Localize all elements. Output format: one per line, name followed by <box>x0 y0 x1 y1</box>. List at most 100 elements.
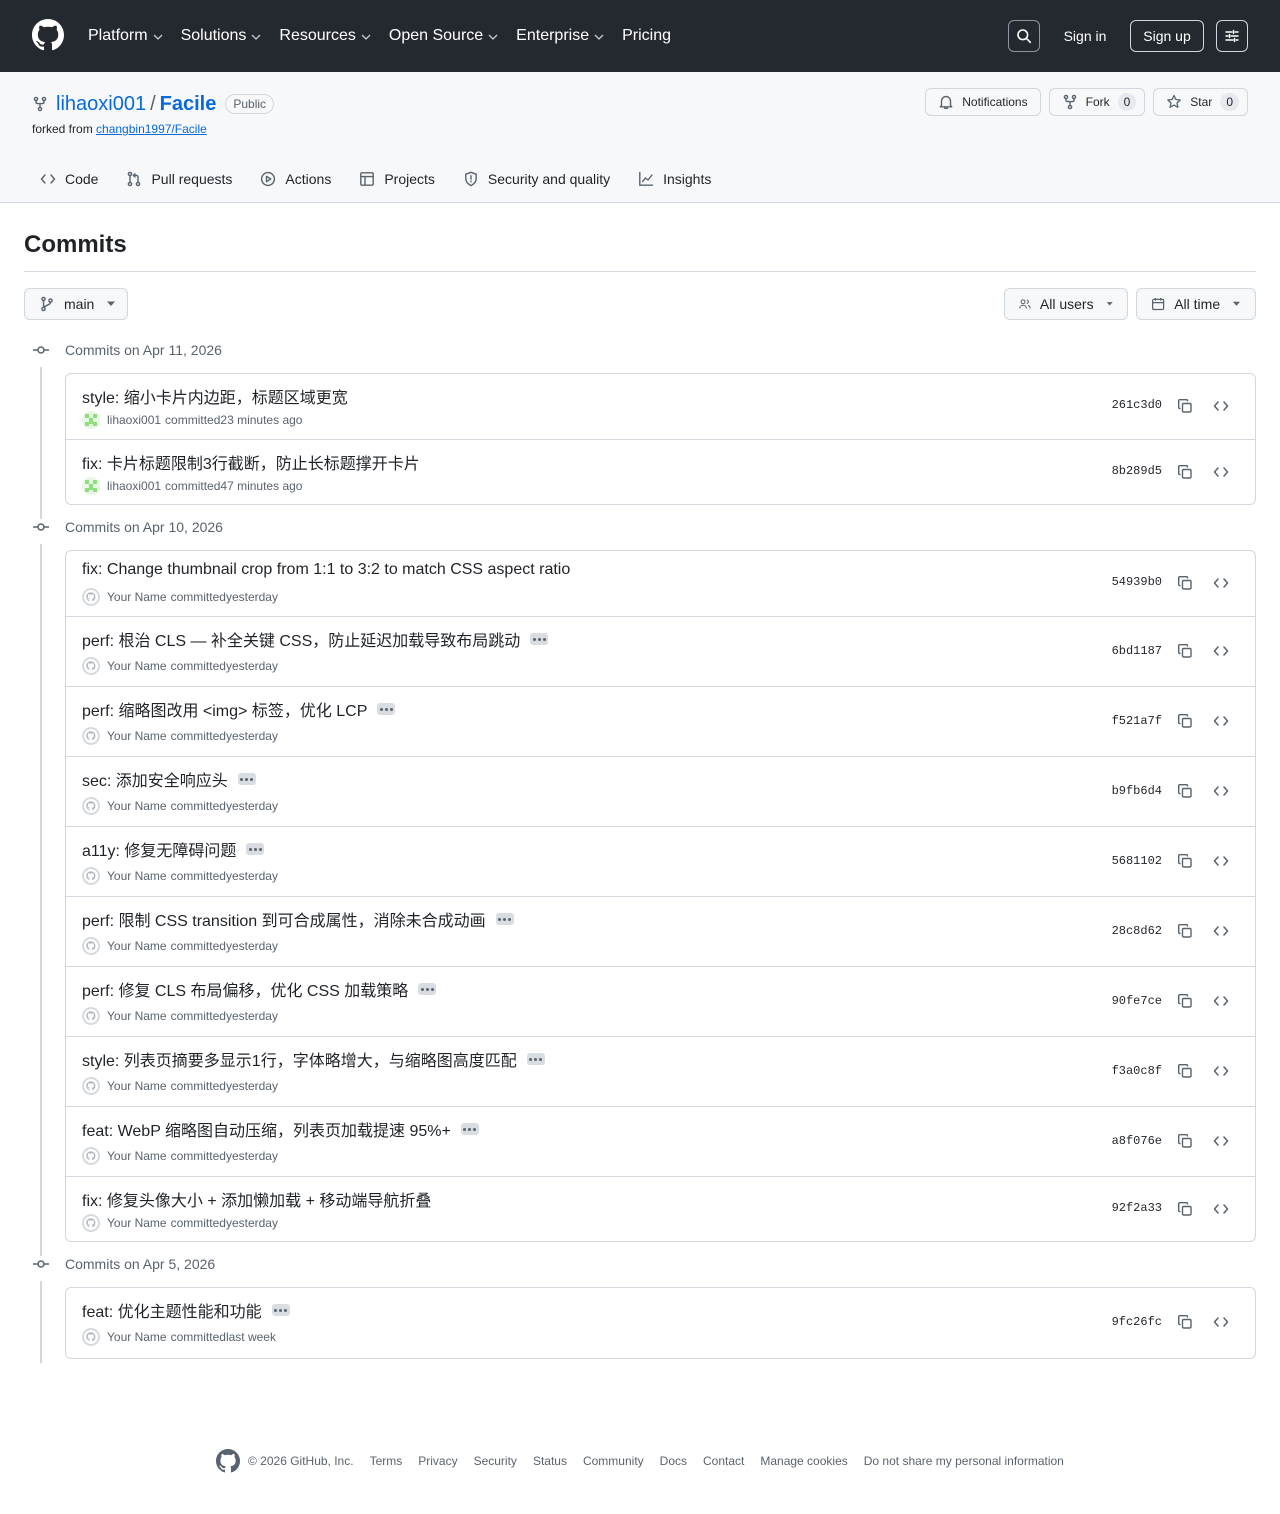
tab-actions[interactable]: Actions <box>252 160 339 198</box>
repo-name-link[interactable]: Facile <box>160 93 217 116</box>
commit-message-link[interactable]: perf: 缩略图改用 <img> 标签，优化 LCP <box>82 697 367 721</box>
commit-sha-link[interactable]: f521a7f <box>1112 714 1162 728</box>
commit-sha-link[interactable]: f3a0c8f <box>1112 1064 1162 1078</box>
copy-sha-button[interactable] <box>1173 1059 1197 1083</box>
browse-repository-button[interactable] <box>1209 779 1233 803</box>
tab-code[interactable]: Code <box>32 160 106 198</box>
commit-message-link[interactable]: perf: 根治 CLS — 补全关键 CSS，防止延迟加载导致布局跳动 <box>82 627 520 651</box>
footer-link-status[interactable]: Status <box>533 1454 567 1468</box>
browse-repository-button[interactable] <box>1209 460 1233 484</box>
commit-message-link[interactable]: perf: 修复 CLS 布局偏移，优化 CSS 加载策略 <box>82 977 408 1001</box>
browse-repository-button[interactable] <box>1209 1197 1233 1221</box>
commit-sha-link[interactable]: a8f076e <box>1112 1134 1162 1148</box>
branch-selector[interactable]: main <box>24 288 128 320</box>
commit-author[interactable]: Your Name <box>107 799 167 813</box>
commit-author[interactable]: Your Name <box>107 590 167 604</box>
commit-message-link[interactable]: perf: 限制 CSS transition 到可合成属性，消除未合成动画 <box>82 907 486 931</box>
browse-repository-button[interactable] <box>1209 571 1233 595</box>
commit-author[interactable]: Your Name <box>107 869 167 883</box>
copy-sha-button[interactable] <box>1173 1310 1197 1334</box>
commit-author[interactable]: Your Name <box>107 659 167 673</box>
top-nav-open-source[interactable]: Open Source <box>389 27 498 45</box>
commit-message-link[interactable]: sec: 添加安全响应头 <box>82 767 228 791</box>
browse-repository-button[interactable] <box>1209 394 1233 418</box>
copy-sha-button[interactable] <box>1173 460 1197 484</box>
copy-sha-button[interactable] <box>1173 989 1197 1013</box>
expand-message-button[interactable] <box>237 773 256 785</box>
expand-message-button[interactable] <box>495 913 514 925</box>
commit-message-link[interactable]: style: 缩小卡片内边距，标题区域更宽 <box>82 384 348 408</box>
tab-insights[interactable]: Insights <box>630 160 719 198</box>
notifications-button[interactable]: Notifications <box>925 88 1041 116</box>
copy-sha-button[interactable] <box>1173 849 1197 873</box>
time-filter-button[interactable]: All time <box>1136 288 1256 320</box>
top-nav-platform[interactable]: Platform <box>88 27 163 45</box>
commit-message-link[interactable]: fix: Change thumbnail crop from 1:1 to 3… <box>82 561 570 579</box>
expand-message-button[interactable] <box>246 843 265 855</box>
footer-link-security[interactable]: Security <box>474 1454 517 1468</box>
commit-author[interactable]: Your Name <box>107 1079 167 1093</box>
expand-message-button[interactable] <box>460 1123 479 1135</box>
copy-sha-button[interactable] <box>1173 919 1197 943</box>
browse-repository-button[interactable] <box>1209 1059 1233 1083</box>
commit-author[interactable]: Your Name <box>107 729 167 743</box>
commit-author[interactable]: Your Name <box>107 1216 167 1230</box>
commit-message-link[interactable]: style: 列表页摘要多显示1行，字体略增大，与缩略图高度匹配 <box>82 1047 517 1071</box>
commit-message-link[interactable]: fix: 修复头像大小 + 添加懒加载 + 移动端导航折叠 <box>82 1187 431 1211</box>
copy-sha-button[interactable] <box>1173 779 1197 803</box>
commit-author[interactable]: Your Name <box>107 1330 167 1344</box>
tab-pull-requests[interactable]: Pull requests <box>118 160 240 198</box>
appearance-settings-button[interactable] <box>1216 20 1248 52</box>
users-filter-button[interactable]: All users <box>1004 288 1128 320</box>
commit-sha-link[interactable]: b9fb6d4 <box>1112 784 1162 798</box>
fork-button[interactable]: Fork 0 <box>1048 88 1146 116</box>
footer-link-contact[interactable]: Contact <box>703 1454 744 1468</box>
footer-link-manage-cookies[interactable]: Manage cookies <box>760 1454 847 1468</box>
commit-sha-link[interactable]: 8b289d5 <box>1112 464 1162 478</box>
expand-message-button[interactable] <box>377 703 396 715</box>
copy-sha-button[interactable] <box>1173 1197 1197 1221</box>
copy-sha-button[interactable] <box>1173 1129 1197 1153</box>
tab-security-and-quality[interactable]: Security and quality <box>455 160 618 198</box>
commit-author[interactable]: Your Name <box>107 939 167 953</box>
footer-link-docs[interactable]: Docs <box>660 1454 687 1468</box>
commit-author[interactable]: Your Name <box>107 1149 167 1163</box>
browse-repository-button[interactable] <box>1209 639 1233 663</box>
search-button[interactable] <box>1008 20 1040 52</box>
copy-sha-button[interactable] <box>1173 394 1197 418</box>
commit-message-link[interactable]: a11y: 修复无障碍问题 <box>82 837 236 861</box>
top-nav-solutions[interactable]: Solutions <box>181 27 262 45</box>
copy-sha-button[interactable] <box>1173 571 1197 595</box>
forked-from-link[interactable]: changbin1997/Facile <box>96 122 207 136</box>
top-nav-pricing[interactable]: Pricing <box>622 27 671 45</box>
footer-link-privacy[interactable]: Privacy <box>418 1454 457 1468</box>
top-nav-resources[interactable]: Resources <box>279 27 371 45</box>
copy-sha-button[interactable] <box>1173 709 1197 733</box>
commit-sha-link[interactable]: 261c3d0 <box>1112 398 1162 412</box>
browse-repository-button[interactable] <box>1209 919 1233 943</box>
top-nav-enterprise[interactable]: Enterprise <box>516 27 604 45</box>
commit-author[interactable]: lihaoxi001 <box>107 413 161 427</box>
commit-sha-link[interactable]: 6bd1187 <box>1112 644 1162 658</box>
commit-message-link[interactable]: feat: 优化主题性能和功能 <box>82 1298 262 1322</box>
footer-link-community[interactable]: Community <box>583 1454 644 1468</box>
tab-projects[interactable]: Projects <box>351 160 443 198</box>
commit-sha-link[interactable]: 9fc26fc <box>1112 1315 1162 1329</box>
commit-sha-link[interactable]: 5681102 <box>1112 854 1162 868</box>
expand-message-button[interactable] <box>418 983 437 995</box>
browse-repository-button[interactable] <box>1209 849 1233 873</box>
expand-message-button[interactable] <box>530 633 549 645</box>
expand-message-button[interactable] <box>271 1304 290 1316</box>
commit-sha-link[interactable]: 28c8d62 <box>1112 924 1162 938</box>
github-logo-icon[interactable] <box>32 19 64 51</box>
commit-message-link[interactable]: feat: WebP 缩略图自动压缩，列表页加载提速 95%+ <box>82 1117 451 1141</box>
commit-sha-link[interactable]: 92f2a33 <box>1112 1201 1162 1215</box>
commit-sha-link[interactable]: 90fe7ce <box>1112 994 1162 1008</box>
footer-link-terms[interactable]: Terms <box>370 1454 403 1468</box>
sign-in-link[interactable]: Sign in <box>1054 20 1116 52</box>
sign-up-button[interactable]: Sign up <box>1130 20 1204 52</box>
commit-author[interactable]: lihaoxi001 <box>107 479 161 493</box>
commit-author[interactable]: Your Name <box>107 1009 167 1023</box>
expand-message-button[interactable] <box>526 1053 545 1065</box>
github-mark-icon[interactable] <box>216 1449 240 1473</box>
